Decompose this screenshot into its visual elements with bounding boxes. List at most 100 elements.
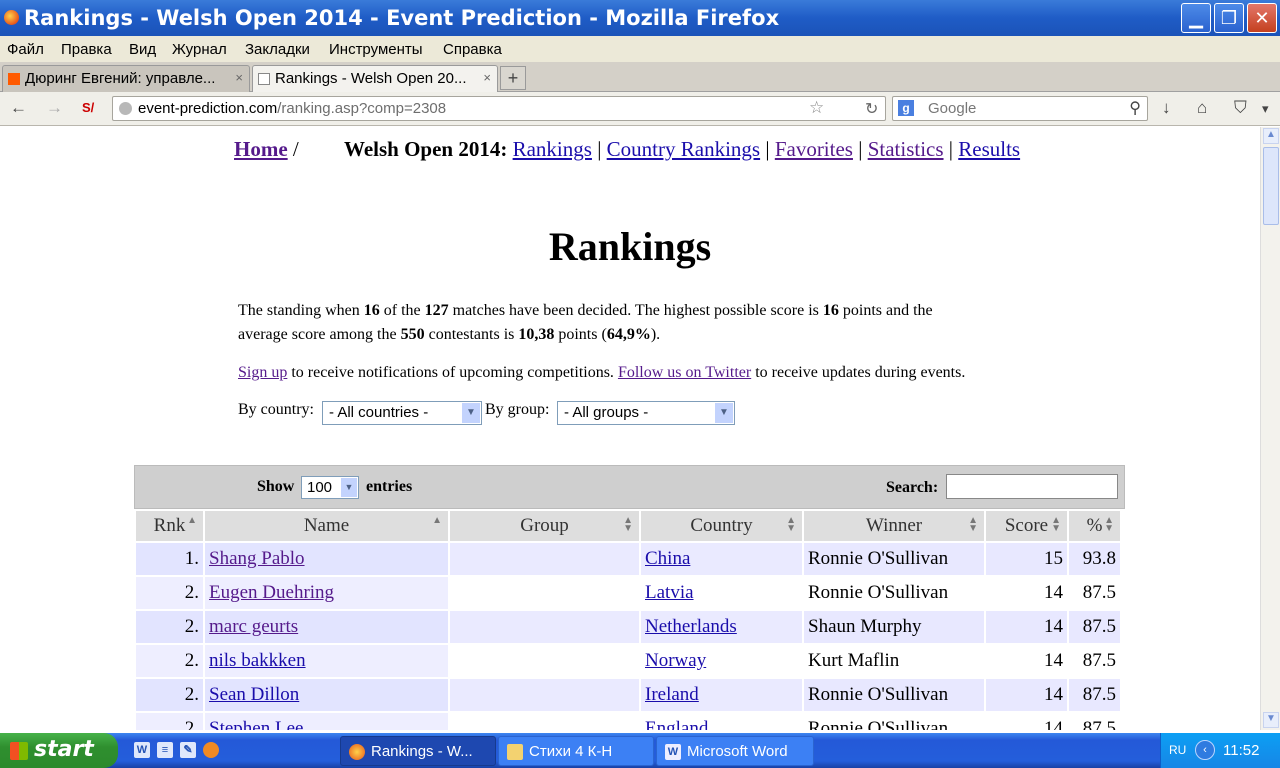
country-filter-label: By country: (238, 401, 314, 418)
folder-icon (507, 744, 523, 760)
tab-close-icon[interactable]: × (235, 70, 243, 85)
column-header-group[interactable]: Group ▲ ▼ (450, 511, 639, 541)
menu-history[interactable]: Журнал (172, 41, 227, 58)
column-header-pct[interactable]: % ▲ ▼ (1069, 511, 1120, 541)
results-link[interactable]: Results (958, 137, 1020, 161)
player-link[interactable]: nils bakkken (209, 650, 306, 671)
rank-cell: 2. (136, 611, 203, 643)
country-link[interactable]: Latvia (645, 582, 694, 603)
show-label: Show (257, 478, 295, 495)
scroll-up-icon[interactable]: ▲ (1263, 128, 1279, 144)
column-header-rnk[interactable]: Rnk ▲ (136, 511, 203, 541)
country-link[interactable]: China (645, 548, 690, 569)
country-link[interactable]: Norway (645, 650, 706, 671)
search-bar[interactable]: g Google ⚲ (892, 96, 1148, 121)
new-tab-button[interactable]: + (500, 66, 526, 90)
menu-tools[interactable]: Инструменты (329, 41, 423, 58)
menu-view[interactable]: Вид (129, 41, 156, 58)
country-cell: Ireland (641, 679, 802, 711)
desktop-quicklaunch-icon[interactable]: ✎ (180, 742, 196, 758)
excel-quicklaunch-icon[interactable]: ≡ (157, 742, 173, 758)
taskbar-item-firefox[interactable]: Rankings - W... (340, 736, 496, 766)
country-rankings-link[interactable]: Country Rankings (607, 137, 760, 161)
statistics-link[interactable]: Statistics (868, 137, 944, 161)
page-icon (258, 73, 270, 85)
pct-cell: 87.5 (1069, 679, 1120, 711)
close-window-button[interactable]: ✕ (1247, 3, 1277, 33)
column-header-name[interactable]: Name ▲ (205, 511, 448, 541)
menu-help[interactable]: Справка (443, 41, 502, 58)
menu-icon[interactable]: ▾ (1262, 101, 1269, 117)
taskbar-item-folder[interactable]: Стихи 4 К-Н (498, 736, 654, 766)
scroll-thumb[interactable] (1263, 147, 1279, 225)
maximize-button[interactable]: ❐ (1214, 3, 1244, 33)
windows-logo-icon (10, 742, 28, 760)
forward-button[interactable]: → (46, 98, 63, 118)
signup-link[interactable]: Sign up (238, 364, 287, 381)
name-cell: marc geurts (205, 611, 448, 643)
notification-text: Sign up to receive notifications of upco… (238, 364, 966, 381)
country-link[interactable]: Ireland (645, 684, 699, 705)
home-link[interactable]: Home (234, 137, 288, 161)
score-cell: 14 (986, 679, 1067, 711)
menu-edit[interactable]: Правка (61, 41, 112, 58)
start-button[interactable]: start (0, 733, 118, 768)
winner-cell: Shaun Murphy (804, 611, 984, 643)
search-icon[interactable]: ⚲ (1129, 98, 1141, 118)
top-navigation: Home / Welsh Open 2014: Rankings | Count… (234, 137, 1021, 161)
player-link[interactable]: Stephen Lee (209, 718, 303, 730)
back-button[interactable]: ← (10, 98, 27, 118)
column-header-winner[interactable]: Winner ▲ ▼ (804, 511, 984, 541)
name-cell: Stephen Lee (205, 713, 448, 730)
menu-file[interactable]: Файл (7, 41, 44, 58)
word-quicklaunch-icon[interactable]: W (134, 742, 150, 758)
column-header-score[interactable]: Score ▲ ▼ (986, 511, 1067, 541)
minimize-button[interactable]: ▁ (1181, 3, 1211, 33)
favorites-link[interactable]: Favorites (775, 137, 853, 161)
country-link[interactable]: England (645, 718, 708, 730)
breadcrumb-separator: / (292, 137, 299, 161)
chevron-down-icon: ▼ (341, 478, 357, 497)
rankings-link[interactable]: Rankings (513, 137, 592, 161)
url-bar[interactable]: event-prediction.com/ranking.asp?comp=23… (112, 96, 886, 121)
scroll-down-icon[interactable]: ▼ (1263, 712, 1279, 728)
country-cell: Netherlands (641, 611, 802, 643)
player-link[interactable]: marc geurts (209, 616, 298, 637)
twitter-link[interactable]: Follow us on Twitter (618, 364, 751, 381)
vertical-scrollbar[interactable]: ▲ ▼ (1260, 127, 1280, 730)
pct-cell: 93.8 (1069, 543, 1120, 575)
sort-both-icon: ▲ ▼ (623, 515, 633, 534)
table-search-input[interactable] (946, 474, 1118, 499)
tab-rankings[interactable]: Rankings - Welsh Open 20... × (252, 65, 498, 92)
chevron-left-icon[interactable]: ‹ (1195, 740, 1215, 760)
country-select[interactable]: - All countries - ▼ (322, 401, 482, 425)
player-link[interactable]: Eugen Duehring (209, 582, 334, 603)
google-icon[interactable]: g (898, 100, 914, 116)
home-icon[interactable]: ⌂ (1197, 98, 1207, 118)
taskbar-item-word[interactable]: W Microsoft Word (656, 736, 814, 766)
country-link[interactable]: Netherlands (645, 616, 737, 637)
reload-icon[interactable]: ↻ (865, 99, 878, 119)
player-link[interactable]: Sean Dillon (209, 684, 299, 705)
player-link[interactable]: Shang Pablo (209, 548, 305, 569)
column-header-country[interactable]: Country ▲ ▼ (641, 511, 802, 541)
download-icon[interactable]: ↓ (1162, 98, 1171, 118)
menu-bookmarks[interactable]: Закладки (245, 41, 310, 58)
tab-during[interactable]: Дюринг Евгений: управле... × (2, 65, 250, 92)
entries-length-select[interactable]: 100 ▼ (301, 476, 359, 499)
tab-label: Дюринг Евгений: управле... (25, 70, 216, 87)
pct-cell: 87.5 (1069, 713, 1120, 730)
name-cell: Sean Dillon (205, 679, 448, 711)
firefox-quicklaunch-icon[interactable] (203, 742, 219, 758)
tab-close-icon[interactable]: × (483, 70, 491, 85)
language-indicator[interactable]: RU (1169, 743, 1186, 757)
country-cell: Norway (641, 645, 802, 677)
table-row: 2. Sean Dillon Ireland Ronnie O'Sullivan… (136, 679, 1120, 711)
bookmark-star-icon[interactable]: ☆ (809, 98, 824, 118)
url-text[interactable]: event-prediction.com/ranking.asp?comp=23… (138, 100, 446, 117)
table-controls: Show 100 ▼ entries Search: (134, 465, 1125, 509)
group-select[interactable]: - All groups - ▼ (557, 401, 735, 425)
sj-addon-icon[interactable]: S/ (82, 100, 94, 115)
pocket-icon[interactable]: ⛉ (1234, 98, 1247, 118)
window-titlebar: Rankings - Welsh Open 2014 - Event Predi… (0, 0, 1280, 36)
